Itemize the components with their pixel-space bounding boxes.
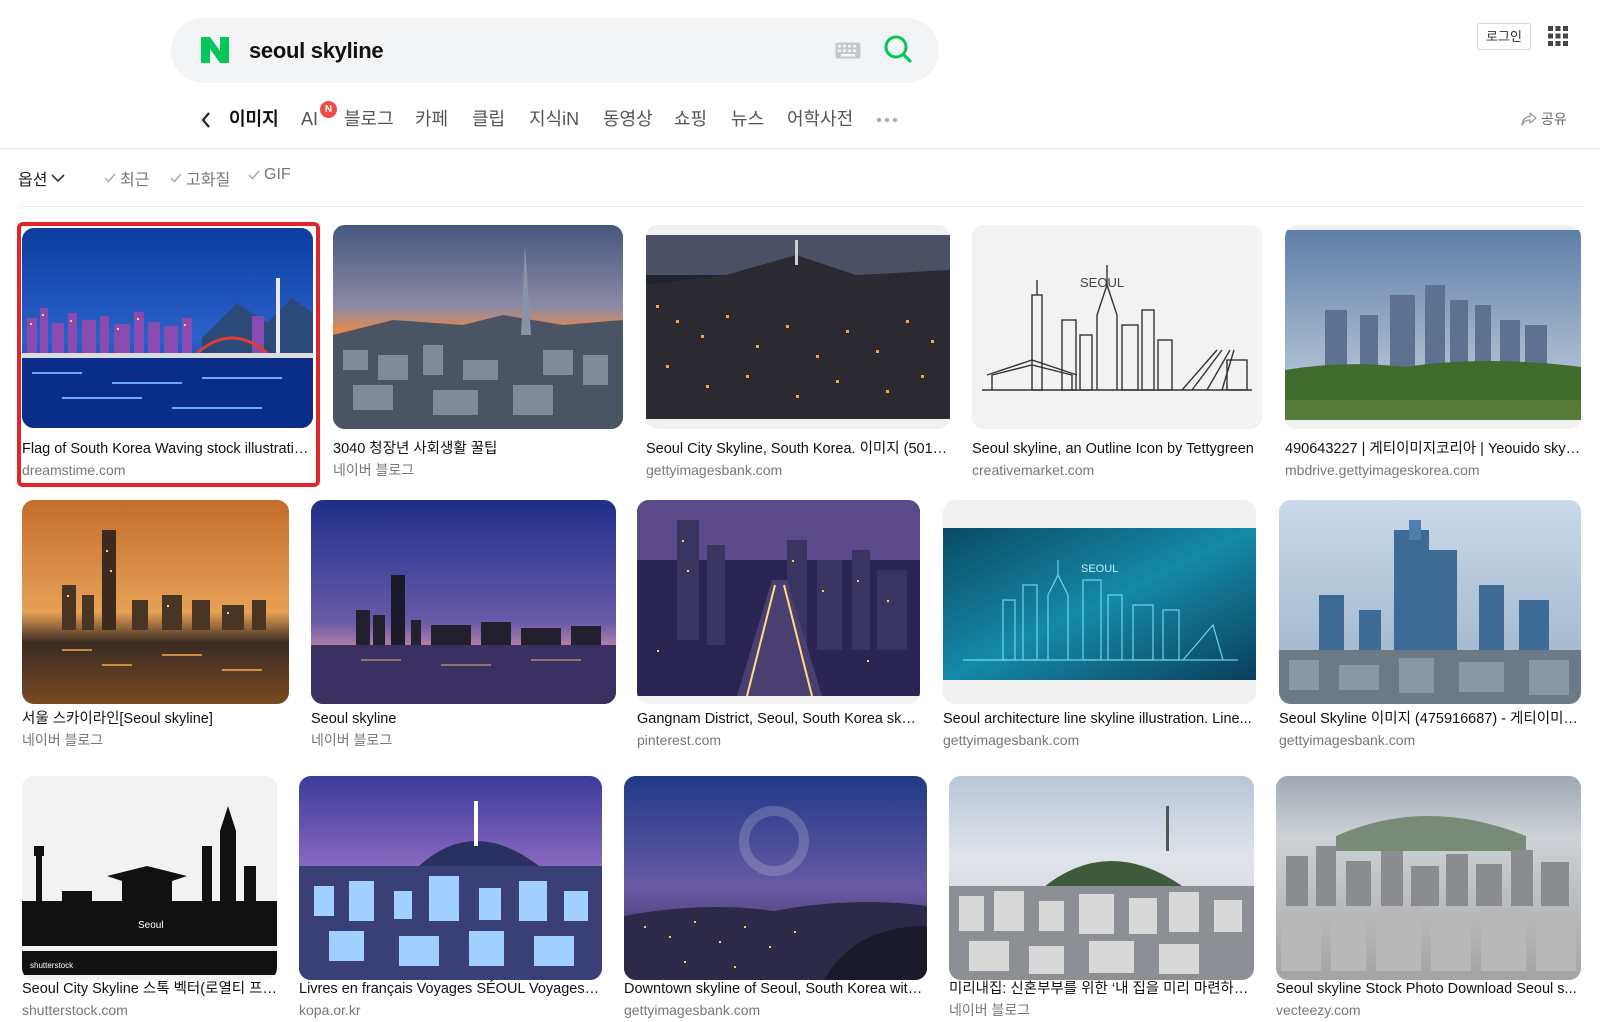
result-thumbnail[interactable]: SEOUL bbox=[972, 225, 1262, 429]
login-button[interactable]: 로그인 bbox=[1477, 23, 1531, 50]
filter-gif[interactable]: GIF bbox=[248, 166, 291, 184]
search-icon[interactable] bbox=[883, 34, 913, 64]
filter-label: 최근 bbox=[120, 172, 150, 189]
result-thumbnail[interactable]: Seoul shutterstock bbox=[22, 776, 277, 980]
check-icon bbox=[170, 173, 182, 183]
result-title[interactable]: Seoul skyline, an Outline Icon by Tettyg… bbox=[972, 439, 1262, 459]
share-icon bbox=[1521, 112, 1537, 126]
result-thumbnail[interactable] bbox=[949, 776, 1254, 980]
result-title[interactable]: Gangnam District, Seoul, South Korea sky… bbox=[637, 709, 920, 729]
result-source[interactable]: vecteezy.com bbox=[1276, 1001, 1361, 1019]
chevron-left-icon[interactable] bbox=[199, 110, 213, 130]
result-thumbnail[interactable] bbox=[299, 776, 602, 980]
tab-shopping[interactable]: 쇼핑 bbox=[674, 106, 707, 132]
result-thumbnail[interactable] bbox=[22, 500, 289, 704]
result-source[interactable]: 네이버 블로그 bbox=[22, 731, 103, 749]
options-dropdown[interactable]: 옵션 bbox=[18, 166, 66, 190]
watermark-text: shutterstock bbox=[30, 961, 74, 970]
result-title[interactable]: Seoul architecture line skyline illustra… bbox=[943, 709, 1256, 729]
share-button[interactable]: 공유 bbox=[1521, 109, 1567, 129]
result-title[interactable]: 3040 청장년 사회생활 꿀팁 bbox=[333, 439, 623, 459]
tab-video[interactable]: 동영상 bbox=[603, 106, 653, 132]
result-source[interactable]: shutterstock.com bbox=[22, 1001, 128, 1019]
result-source[interactable]: gettyimagesbank.com bbox=[1279, 731, 1415, 749]
options-divider bbox=[18, 206, 1584, 207]
share-label: 공유 bbox=[1541, 111, 1567, 127]
result-source[interactable]: gettyimagesbank.com bbox=[646, 461, 782, 479]
filter-label: GIF bbox=[264, 166, 291, 183]
result-thumbnail[interactable]: SEOUL bbox=[943, 500, 1256, 704]
result-title[interactable]: 490643227 | 게티이미지코리아 | Yeouido skyli... bbox=[1285, 439, 1581, 459]
result-title[interactable]: Downtown skyline of Seoul, South Korea w… bbox=[624, 979, 927, 999]
result-title[interactable]: Flag of South Korea Waving stock illustr… bbox=[22, 439, 313, 459]
header-divider bbox=[0, 148, 1600, 149]
tab-kin[interactable]: 지식iN bbox=[529, 106, 579, 132]
tab-clip[interactable]: 클립 bbox=[472, 106, 505, 132]
more-dots-icon[interactable] bbox=[876, 117, 898, 123]
result-thumbnail[interactable] bbox=[311, 500, 616, 704]
keyboard-icon[interactable] bbox=[835, 42, 861, 59]
tab-images[interactable]: 이미지 bbox=[229, 106, 279, 132]
filter-recent[interactable]: 최근 bbox=[104, 166, 149, 190]
naver-logo-icon[interactable] bbox=[199, 35, 231, 65]
search-input[interactable]: seoul skyline bbox=[249, 36, 384, 66]
tab-blog[interactable]: 블로그 bbox=[344, 106, 394, 132]
result-title[interactable]: Seoul City Skyline, South Korea. 이미지 (50… bbox=[646, 439, 950, 459]
result-title[interactable]: Seoul City Skyline 스톡 벡터(로열티 프리... bbox=[22, 979, 277, 999]
search-bar[interactable]: seoul skyline bbox=[171, 18, 939, 83]
result-title[interactable]: Seoul skyline bbox=[311, 709, 616, 729]
result-source[interactable]: 네이버 블로그 bbox=[949, 1001, 1030, 1019]
result-title[interactable]: Seoul Skyline 이미지 (475916687) - 게티이미지... bbox=[1279, 709, 1581, 729]
tab-dictionary[interactable]: 어학사전 bbox=[787, 106, 853, 132]
result-source[interactable]: mbdrive.gettyimageskorea.com bbox=[1285, 461, 1480, 479]
image-caption: SEOUL bbox=[1081, 563, 1118, 575]
result-thumbnail[interactable] bbox=[1285, 225, 1581, 429]
chevron-down-icon bbox=[51, 173, 66, 182]
options-label: 옵션 bbox=[18, 172, 48, 189]
check-icon bbox=[248, 170, 260, 180]
result-thumbnail[interactable] bbox=[22, 228, 313, 428]
image-caption: Seoul bbox=[138, 920, 164, 931]
result-source[interactable]: dreamstime.com bbox=[22, 461, 125, 479]
filter-label: 고화질 bbox=[186, 172, 231, 189]
result-thumbnail[interactable] bbox=[624, 776, 927, 980]
check-icon bbox=[104, 173, 116, 183]
result-source[interactable]: gettyimagesbank.com bbox=[943, 731, 1079, 749]
result-source[interactable]: pinterest.com bbox=[637, 731, 721, 749]
result-thumbnail[interactable] bbox=[646, 225, 950, 429]
result-thumbnail[interactable] bbox=[333, 225, 623, 429]
tab-ai[interactable]: AI bbox=[301, 106, 318, 132]
result-title[interactable]: 서울 스카이라인[Seoul skyline] bbox=[22, 709, 289, 729]
result-source[interactable]: 네이버 블로그 bbox=[333, 461, 414, 479]
result-title[interactable]: Livres en français Voyages SÉOUL Voyages… bbox=[299, 979, 602, 999]
result-thumbnail[interactable] bbox=[1279, 500, 1581, 704]
result-thumbnail[interactable] bbox=[1276, 776, 1581, 980]
result-title[interactable]: 미리내집: 신혼부부를 위한 ‘내 집을 미리 마련하는’ ... bbox=[949, 979, 1254, 999]
tab-cafe[interactable]: 카페 bbox=[415, 106, 448, 132]
result-source[interactable]: 네이버 블로그 bbox=[311, 731, 392, 749]
apps-grid-icon[interactable] bbox=[1548, 26, 1568, 46]
new-badge: N bbox=[320, 101, 337, 118]
result-title[interactable]: Seoul skyline Stock Photo Download Seoul… bbox=[1276, 979, 1581, 999]
result-source[interactable]: creativemarket.com bbox=[972, 461, 1094, 479]
result-source[interactable]: gettyimagesbank.com bbox=[624, 1001, 760, 1019]
result-thumbnail[interactable] bbox=[637, 500, 920, 704]
image-caption: SEOUL bbox=[1080, 275, 1124, 290]
filter-hd[interactable]: 고화질 bbox=[170, 166, 230, 190]
result-source[interactable]: kopa.or.kr bbox=[299, 1001, 360, 1019]
tab-news[interactable]: 뉴스 bbox=[731, 106, 764, 132]
